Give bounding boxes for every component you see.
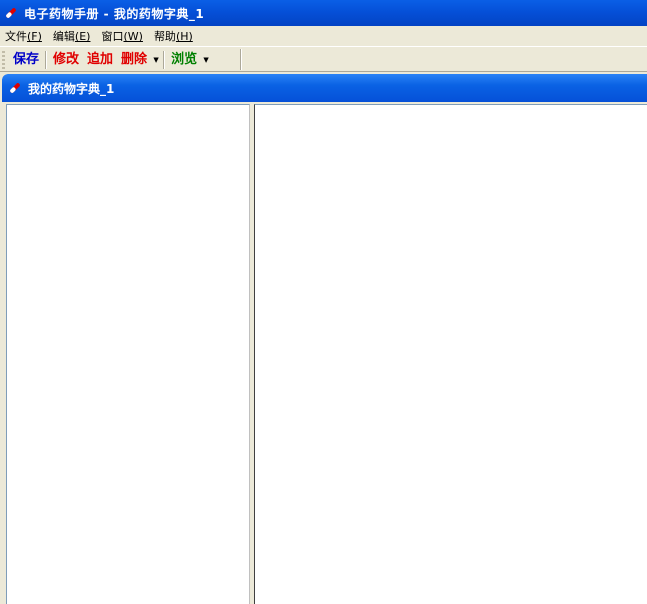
menu-window-label: 窗口 <box>101 30 124 43</box>
menu-file-accel: (F) <box>27 30 42 43</box>
child-pill-icon <box>8 81 22 95</box>
append-button[interactable]: 追加 <box>83 50 117 70</box>
menubar: 文件(F) 编辑(E) 窗口(W) 帮助(H) <box>0 26 647 46</box>
toolbar: 保存 修改 追加 删除 ▼ 浏览 ▼ <box>0 46 647 72</box>
menu-file-label: 文件 <box>5 30 27 43</box>
delete-button[interactable]: 删除 <box>117 50 151 70</box>
toolbar-band: 保存 修改 追加 删除 ▼ 浏览 ▼ <box>2 48 240 71</box>
delete-dropdown-arrow-icon[interactable]: ▼ <box>151 50 161 70</box>
browse-dropdown-arrow-icon[interactable]: ▼ <box>201 50 211 70</box>
app-pill-icon <box>4 6 18 20</box>
child-titlebar[interactable]: 我的药物字典_1 <box>2 74 647 102</box>
app-title: 电子药物手册 - 我的药物字典_1 <box>24 6 205 21</box>
dictionary-child-window: 我的药物字典_1 <box>2 74 647 604</box>
menu-file[interactable]: 文件(F) <box>0 28 48 44</box>
menu-edit[interactable]: 编辑(E) <box>48 28 97 44</box>
modify-button[interactable]: 修改 <box>49 50 83 70</box>
menu-window-accel: (W) <box>123 30 143 43</box>
toolbar-band-end <box>240 49 242 70</box>
save-button[interactable]: 保存 <box>9 50 43 70</box>
toolbar-separator <box>45 50 48 69</box>
drug-detail-pane[interactable] <box>254 104 647 604</box>
menu-window[interactable]: 窗口(W) <box>96 28 148 44</box>
menu-help[interactable]: 帮助(H) <box>149 28 199 44</box>
mdi-client-area: 我的药物字典_1 <box>0 72 647 604</box>
menu-edit-label: 编辑 <box>52 30 75 43</box>
drug-tree-pane[interactable] <box>6 104 250 604</box>
menu-edit-accel: (E) <box>74 30 91 43</box>
menu-help-accel: (H) <box>175 30 193 43</box>
toolbar-grip-icon[interactable] <box>2 50 5 69</box>
toolbar-separator <box>163 50 166 69</box>
browse-button[interactable]: 浏览 <box>167 50 201 70</box>
menu-help-label: 帮助 <box>153 30 176 43</box>
child-title: 我的药物字典_1 <box>28 81 115 96</box>
app-titlebar[interactable]: 电子药物手册 - 我的药物字典_1 <box>0 0 647 26</box>
